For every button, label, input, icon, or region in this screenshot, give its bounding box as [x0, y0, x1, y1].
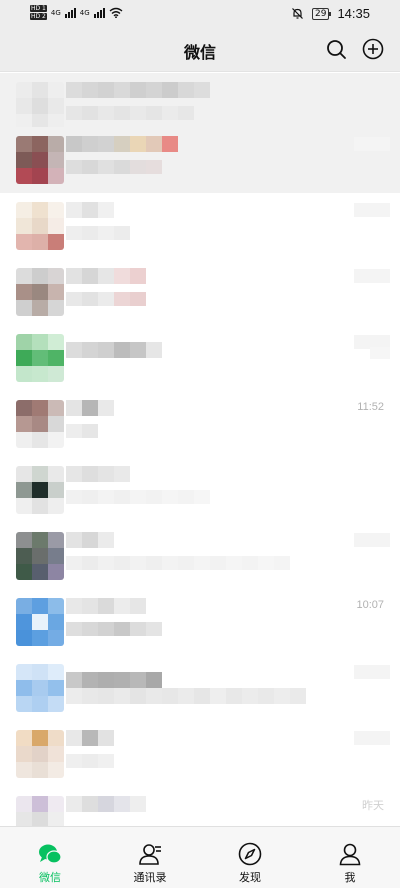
tab-me[interactable]: 我	[300, 827, 400, 888]
mute-bell-icon	[292, 8, 303, 19]
chat-item[interactable]	[0, 523, 400, 589]
hd-2-label: HD 2	[30, 13, 47, 20]
chat-name-redacted	[66, 730, 114, 746]
chat-name-redacted	[66, 796, 146, 812]
chat-preview-redacted	[66, 292, 146, 306]
chat-name-redacted	[66, 202, 114, 218]
avatar	[16, 268, 64, 316]
time-redacted	[354, 533, 390, 547]
avatar	[16, 532, 64, 580]
time-redacted	[354, 269, 390, 283]
chat-preview-redacted	[66, 490, 210, 504]
chat-preview-redacted	[66, 622, 162, 636]
signal-icon	[64, 7, 76, 18]
chat-item[interactable]	[0, 457, 400, 523]
chat-time: 11:52	[357, 401, 384, 413]
wifi-icon	[109, 7, 123, 18]
signal-icon	[93, 7, 105, 18]
hd-icon: HD 1 HD 2	[30, 5, 47, 20]
chat-time: 10:07	[356, 599, 384, 611]
avatar	[16, 334, 64, 382]
tab-chats[interactable]: 微信	[0, 827, 100, 888]
chat-item[interactable]: 11:52	[0, 391, 400, 457]
chat-name-redacted	[66, 400, 114, 416]
time-redacted	[354, 665, 390, 679]
chat-preview-redacted	[66, 106, 194, 120]
chat-preview-redacted	[66, 160, 162, 174]
chat-name-redacted	[66, 598, 146, 614]
chat-preview-redacted	[66, 556, 290, 570]
badge-redacted	[370, 347, 390, 359]
chat-item[interactable]: 昨天	[0, 787, 400, 826]
search-icon[interactable]	[325, 38, 347, 60]
avatar	[16, 598, 64, 646]
chat-item[interactable]	[0, 721, 400, 787]
hd-1-label: HD 1	[30, 5, 47, 12]
avatar	[16, 202, 64, 250]
chat-name-redacted	[66, 82, 210, 98]
chat-name-redacted	[66, 268, 146, 284]
tab-bar: 微信 通讯录 发现 我	[0, 826, 400, 888]
status-left: HD 1 HD 2 4G 4G	[30, 5, 123, 20]
avatar	[16, 400, 64, 448]
chat-name-redacted	[66, 466, 130, 482]
chat-name-redacted	[66, 532, 114, 548]
tab-label: 发现	[239, 872, 261, 884]
chat-bubbles-icon	[39, 844, 62, 864]
plus-circle-icon[interactable]	[362, 38, 384, 60]
avatar	[16, 730, 64, 778]
status-right: 29 14:35	[291, 6, 370, 21]
tab-label: 通讯录	[133, 872, 167, 884]
signal-1-label: 4G	[50, 8, 61, 17]
chat-preview-redacted	[66, 226, 130, 240]
avatar	[16, 664, 64, 712]
chat-preview-redacted	[66, 424, 98, 438]
contacts-icon	[139, 844, 161, 865]
chat-preview-redacted	[66, 688, 306, 704]
chat-list[interactable]: 11:52 10:07 昨天	[0, 73, 400, 826]
compass-icon	[238, 842, 262, 866]
nav-bar: 微信	[0, 28, 400, 72]
clock: 14:35	[337, 6, 370, 21]
battery-icon: 29	[312, 7, 332, 20]
tab-label: 微信	[39, 872, 61, 884]
chat-item[interactable]: 10:07	[0, 589, 400, 655]
status-bar: HD 1 HD 2 4G 4G 29 14:35	[0, 0, 400, 28]
chat-item[interactable]	[0, 193, 400, 259]
time-redacted	[354, 731, 390, 745]
avatar	[16, 82, 64, 130]
chat-item[interactable]	[0, 259, 400, 325]
chat-name-redacted	[66, 136, 178, 152]
chat-item[interactable]	[0, 325, 400, 391]
chat-name-redacted	[66, 342, 162, 358]
avatar	[16, 466, 64, 514]
chat-preview-redacted	[66, 754, 114, 768]
avatar	[16, 796, 64, 826]
time-redacted	[354, 137, 390, 151]
person-icon	[339, 843, 361, 866]
chat-name-redacted	[66, 672, 162, 688]
tab-label: 我	[344, 872, 356, 884]
chat-item[interactable]	[0, 655, 400, 721]
signal-2-label: 4G	[79, 8, 90, 17]
time-redacted	[354, 203, 390, 217]
chat-time: 昨天	[362, 800, 384, 812]
tab-discover[interactable]: 发现	[200, 827, 300, 888]
tab-contacts[interactable]: 通讯录	[100, 827, 200, 888]
avatar	[16, 136, 64, 184]
chat-item[interactable]	[0, 127, 400, 193]
